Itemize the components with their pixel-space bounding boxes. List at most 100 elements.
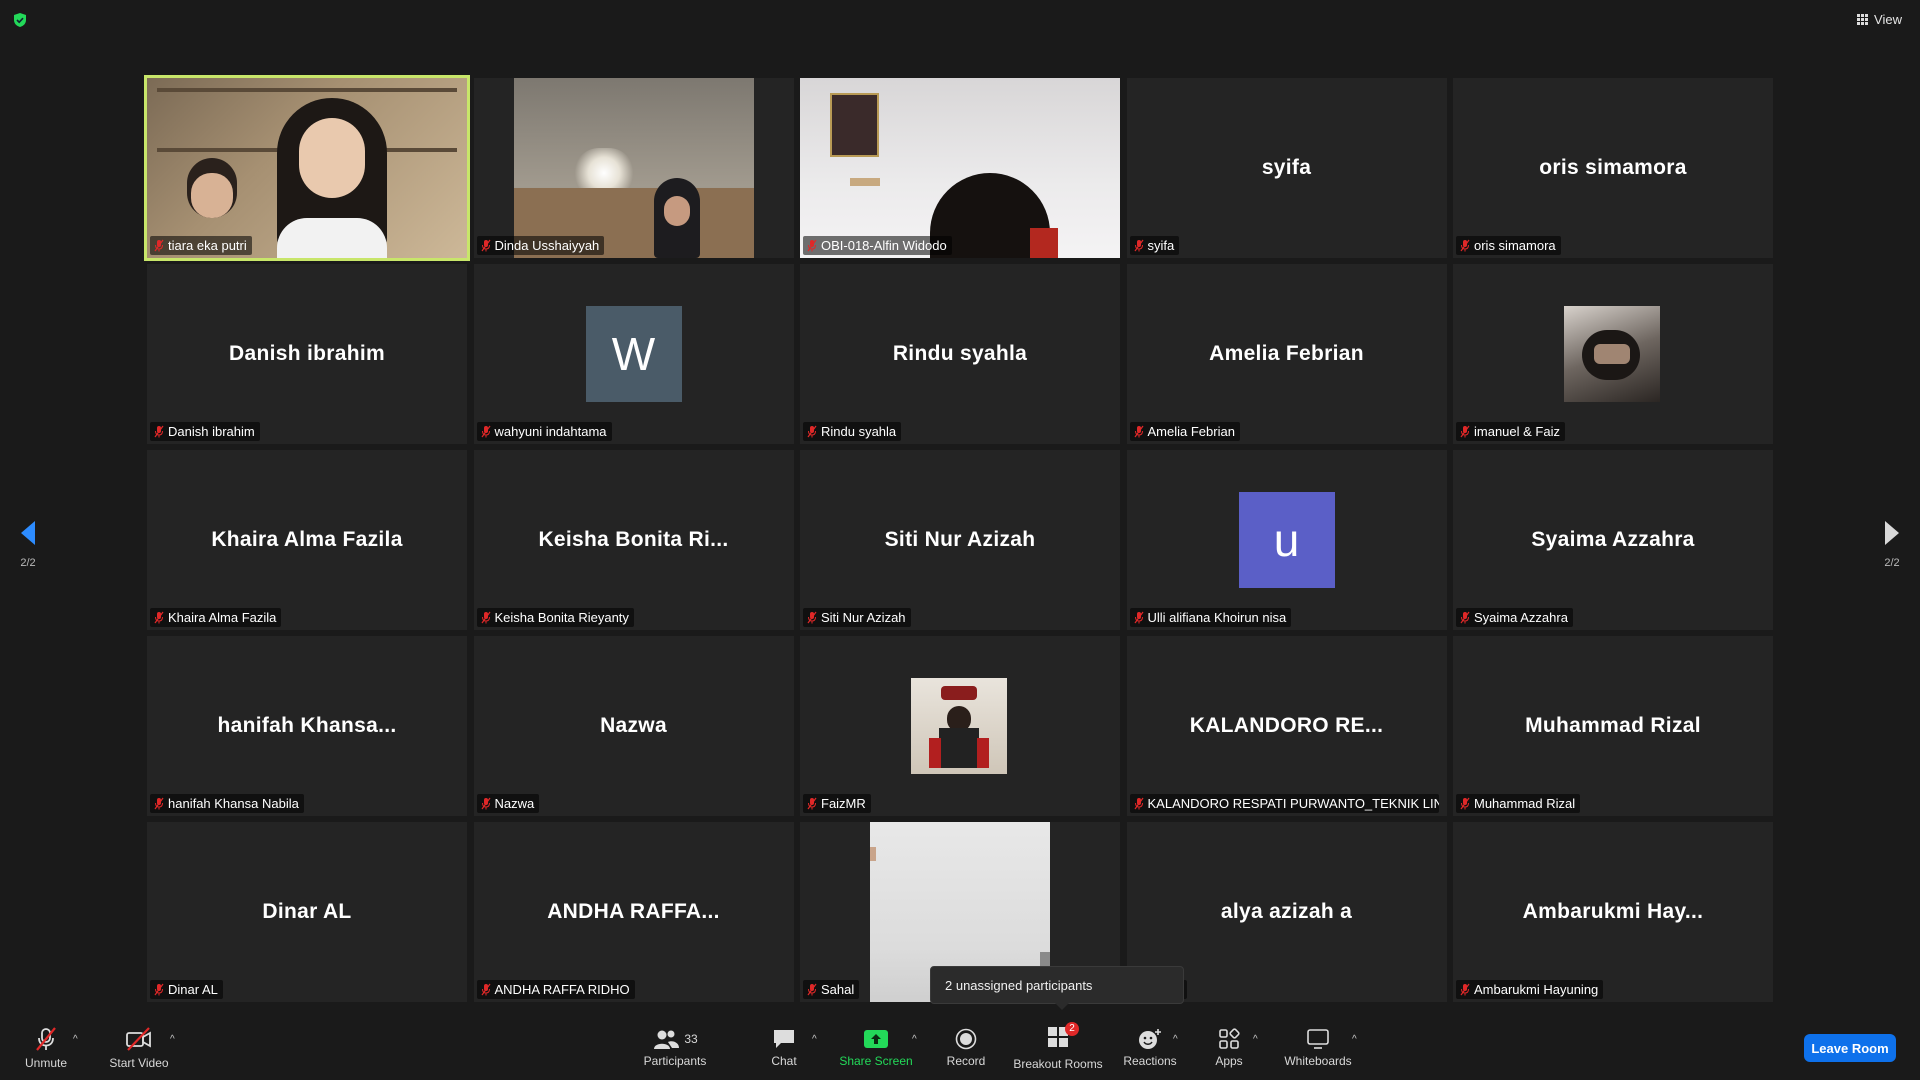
participant-tile[interactable]: Ambarukmi Hay... Ambarukmi Hayuning <box>1453 822 1773 1002</box>
participant-tile[interactable]: u Ulli alifiana Khoirun nisa <box>1126 450 1447 630</box>
mic-muted-icon <box>154 797 164 810</box>
reactions-button[interactable]: Reactions <box>1122 1016 1178 1080</box>
mic-muted-icon <box>1460 239 1470 252</box>
view-button[interactable]: View <box>1857 12 1902 27</box>
mic-muted-icon <box>807 797 817 810</box>
share-options-caret-icon[interactable]: ^ <box>912 1034 917 1045</box>
participant-name: Amelia Febrian <box>1147 424 1235 439</box>
participant-tile[interactable]: Dinda Usshaiyyah <box>473 78 794 258</box>
participant-name: Khaira Alma Fazila <box>168 610 277 625</box>
whiteboards-options-caret-icon[interactable]: ^ <box>1352 1034 1357 1045</box>
participant-name-label: Keisha Bonita Rieyanty <box>476 608 634 627</box>
participant-name: ANDHA RAFFA RIDHO <box>494 982 630 997</box>
mic-muted-icon <box>154 611 164 624</box>
tooltip-text: 2 unassigned participants <box>945 977 1093 993</box>
mic-muted-icon <box>1134 239 1143 252</box>
whiteboards-label: Whiteboards <box>1284 1054 1352 1068</box>
mic-muted-icon <box>807 983 817 996</box>
arrow-left-icon <box>21 521 35 545</box>
participant-name-label: ANDHA RAFFA RIDHO <box>476 980 635 999</box>
participant-name: Muhammad Rizal <box>1474 796 1576 811</box>
participant-tile[interactable]: Muhammad Rizal Muhammad Rizal <box>1453 636 1773 816</box>
participant-display-name: ANDHA RAFFA... <box>547 900 720 923</box>
previous-page-button[interactable]: 2/2 <box>8 520 48 569</box>
participant-display-name: hanifah Khansa... <box>217 714 397 737</box>
participant-name-label: syifa <box>1129 236 1180 255</box>
share-screen-label: Share Screen <box>839 1054 913 1068</box>
mic-muted-icon <box>1460 983 1470 996</box>
participant-name-label: Amelia Febrian <box>1129 422 1240 441</box>
participant-display-name: Keisha Bonita Ri... <box>538 528 729 551</box>
participant-tile[interactable]: FaizMR <box>800 636 1120 816</box>
mic-muted-icon <box>154 983 164 996</box>
mic-muted-icon <box>36 1027 56 1051</box>
breakout-rooms-label: Breakout Rooms <box>1013 1056 1103 1071</box>
participant-name-label: Siti Nur Azizah <box>803 608 911 627</box>
participant-name: FaizMR <box>821 796 866 811</box>
participant-tile[interactable]: KALANDORO RE... KALANDORO RESPATI PURWANT… <box>1126 636 1447 816</box>
breakout-rooms-button[interactable]: 2 Breakout Rooms <box>1013 1016 1103 1080</box>
chat-options-caret-icon[interactable]: ^ <box>812 1034 817 1045</box>
participants-label: Participants <box>643 1054 707 1068</box>
leave-room-button[interactable]: Leave Room <box>1804 1034 1896 1062</box>
participant-tile[interactable]: Danish ibrahim Danish ibrahim <box>147 264 467 444</box>
participant-name: syifa <box>1147 238 1175 253</box>
mic-muted-icon <box>1134 425 1143 438</box>
share-screen-button[interactable]: Share Screen <box>839 1016 913 1080</box>
participant-tile[interactable]: Siti Nur Azizah Siti Nur Azizah <box>800 450 1120 630</box>
mic-muted-icon <box>1460 425 1470 438</box>
profile-picture <box>911 678 1007 774</box>
unmute-button[interactable]: Unmute <box>18 1016 74 1080</box>
avatar-initial: u <box>1273 514 1300 566</box>
participant-tile[interactable]: OBI-018-Alfin Widodo <box>800 78 1120 258</box>
participant-name-label: oris simamora <box>1456 236 1561 255</box>
participant-display-name: Khaira Alma Fazila <box>211 528 403 551</box>
participant-name-label: Danish ibrahim <box>150 422 260 441</box>
participants-count: 33 <box>684 1032 698 1046</box>
chat-button[interactable]: Chat <box>766 1016 802 1080</box>
participant-name: Syaima Azzahra <box>1474 610 1568 625</box>
participant-tile[interactable]: Nazwa Nazwa <box>473 636 794 816</box>
record-button[interactable]: Record <box>944 1016 988 1080</box>
reactions-options-caret-icon[interactable]: ^ <box>1173 1034 1178 1045</box>
participant-name: hanifah Khansa Nabila <box>168 796 299 811</box>
participant-name: Sahal <box>821 982 855 997</box>
participant-tile[interactable]: hanifah Khansa... hanifah Khansa Nabila <box>147 636 467 816</box>
video-options-caret-icon[interactable]: ^ <box>170 1034 175 1045</box>
participant-display-name: Siti Nur Azizah <box>884 528 1036 551</box>
participant-name: Dinda Usshaiyyah <box>494 238 600 253</box>
participant-tile[interactable]: Keisha Bonita Ri... Keisha Bonita Rieyant… <box>473 450 794 630</box>
participant-tile[interactable]: Rindu syahla Rindu syahla <box>800 264 1120 444</box>
participant-display-name: Danish ibrahim <box>229 342 385 365</box>
participant-name: Keisha Bonita Rieyanty <box>494 610 629 625</box>
arrow-right-icon <box>1885 521 1899 545</box>
next-page-button[interactable]: 2/2 <box>1872 520 1912 569</box>
audio-options-caret-icon[interactable]: ^ <box>73 1034 78 1045</box>
participant-tile[interactable]: imanuel & Faiz <box>1453 264 1773 444</box>
participant-name: imanuel & Faiz <box>1474 424 1560 439</box>
apps-options-caret-icon[interactable]: ^ <box>1253 1034 1258 1045</box>
participants-icon <box>654 1030 680 1049</box>
participant-tile[interactable]: Syaima Azzahra Syaima Azzahra <box>1453 450 1773 630</box>
participant-name-label: Khaira Alma Fazila <box>150 608 282 627</box>
participants-button[interactable]: 33 Participants <box>640 1016 710 1080</box>
participant-tile[interactable]: Dinar AL Dinar AL <box>147 822 467 1002</box>
participant-tile[interactable]: Wwahyuni indahtama <box>473 264 794 444</box>
security-shield-icon[interactable] <box>12 12 28 28</box>
participant-tile[interactable]: syifa syifa <box>1126 78 1447 258</box>
participant-tile[interactable]: Khaira Alma Fazila Khaira Alma Fazila <box>147 450 467 630</box>
participant-tile[interactable]: ANDHA RAFFA... ANDHA RAFFA RIDHO <box>473 822 794 1002</box>
whiteboards-button[interactable]: Whiteboards <box>1282 1016 1354 1080</box>
participant-tile[interactable]: Amelia Febrian Amelia Febrian <box>1126 264 1447 444</box>
video-gallery: tiara eka putri Dinda Usshaiyyah OBI-018-A… <box>144 75 1773 1002</box>
participant-name-label: FaizMR <box>803 794 871 813</box>
start-video-button[interactable]: Start Video <box>104 1016 174 1080</box>
participant-display-name: syifa <box>1261 156 1312 179</box>
participant-name-label: tiara eka putri <box>150 236 252 255</box>
participant-tile[interactable]: oris simamora oris simamora <box>1453 78 1773 258</box>
page-indicator-left: 2/2 <box>20 557 36 569</box>
participant-tile[interactable]: tiara eka putri <box>144 75 470 261</box>
apps-button[interactable]: Apps <box>1211 1016 1247 1080</box>
participant-name: OBI-018-Alfin Widodo <box>821 238 947 253</box>
participant-name: Ambarukmi Hayuning <box>1474 982 1599 997</box>
